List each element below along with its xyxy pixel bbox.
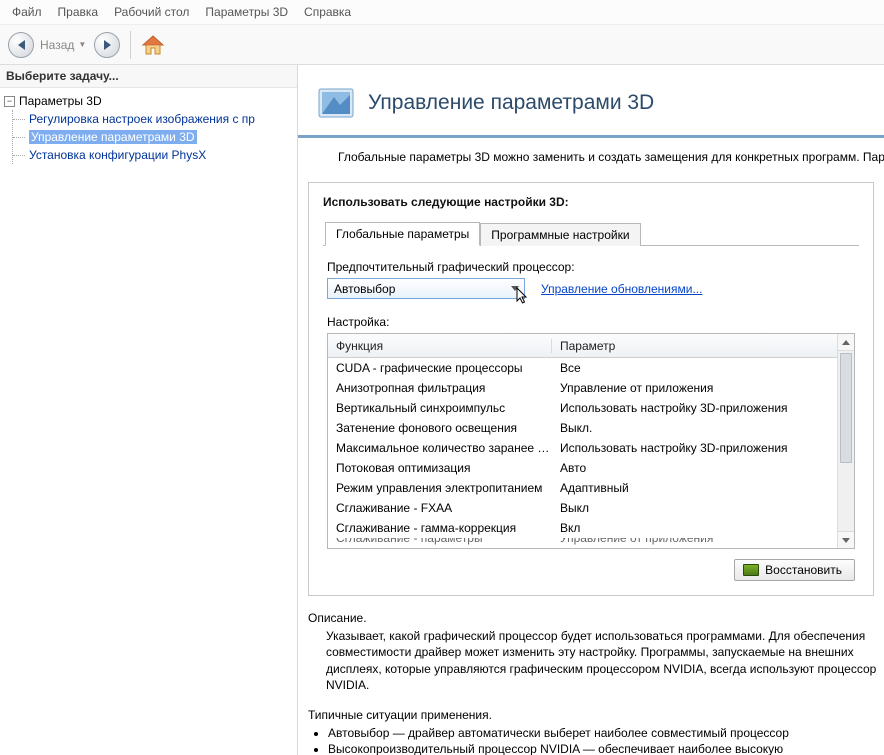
cell-parameter: Управление от приложения [552,381,854,395]
menu-help[interactable]: Справка [298,3,357,21]
column-parameter[interactable]: Параметр [552,339,854,353]
tree-item-adjust-image[interactable]: Регулировка настроек изображения с пр [29,112,255,126]
scroll-up-button[interactable] [838,334,854,351]
sidebar-title: Выберите задачу... [0,65,297,88]
arrow-right-icon [104,40,111,50]
tree-item-physx[interactable]: Установка конфигурации PhysX [29,148,206,162]
table-row[interactable]: Анизотропная фильтрацияУправление от при… [328,378,854,398]
restore-button[interactable]: Восстановить [734,559,855,581]
tab-program[interactable]: Программные настройки [480,223,640,246]
description-block: Описание. Указывает, какой графический п… [298,596,884,755]
page-header-icon [316,83,356,123]
toolbar-separator [130,31,131,59]
cell-parameter: Адаптивный [552,481,854,495]
usage-bullet: Высокопроизводительный процессор NVIDIA … [328,741,880,755]
menu-file[interactable]: Файл [6,3,48,21]
usage-title: Типичные ситуации применения. [308,707,880,723]
cell-function: Анизотропная фильтрация [328,381,552,395]
cell-parameter: Выкл [552,501,854,515]
back-button[interactable] [8,32,34,58]
cell-parameter: Использовать настройку 3D-приложения [552,441,854,455]
table-row[interactable]: Потоковая оптимизацияАвто [328,458,854,478]
description-title: Описание. [308,610,880,626]
page-intro: Глобальные параметры 3D можно заменить и… [298,138,884,176]
gpu-select[interactable]: Автовыбор [327,278,525,299]
cell-function: Сглаживание - параметры [328,538,552,548]
gpu-select-label: Предпочтительный графический процессор: [327,260,855,274]
manage-updates-link[interactable]: Управление обновлениями... [541,282,702,296]
cell-function: Максимальное количество заранее под... [328,441,552,455]
cell-function: Сглаживание - гамма-коррекция [328,521,552,535]
cell-parameter: Управление от приложения [552,538,854,548]
restore-button-label: Восстановить [765,563,842,577]
panel-title: Использовать следующие настройки 3D: [323,195,859,209]
cell-parameter: Вкл [552,521,854,535]
cell-function: Затенение фонового освещения [328,421,552,435]
cell-function: Режим управления электропитанием [328,481,552,495]
settings-table: Функция Параметр CUDA - графические проц… [327,333,855,549]
table-scrollbar[interactable] [837,334,854,548]
gpu-select-value: Автовыбор [334,282,395,296]
tab-global[interactable]: Глобальные параметры [325,222,480,246]
back-dropdown-icon[interactable]: ▼ [78,40,86,49]
table-row[interactable]: Максимальное количество заранее под...Ис… [328,438,854,458]
table-row[interactable]: Вертикальный синхроимпульсИспользовать н… [328,398,854,418]
table-row[interactable]: Режим управления электропитаниемАдаптивн… [328,478,854,498]
content-pane: Управление параметрами 3D Глобальные пар… [298,65,884,755]
table-row[interactable]: Сглаживание - гамма-коррекцияВкл [328,518,854,538]
tree-collapse-icon[interactable]: − [4,96,15,107]
menu-desktop[interactable]: Рабочий стол [108,3,195,21]
table-row[interactable]: Затенение фонового освещенияВыкл. [328,418,854,438]
menu-bar: Файл Правка Рабочий стол Параметры 3D Сп… [0,0,884,25]
back-label: Назад [40,38,74,52]
table-row[interactable]: CUDA - графические процессорыВсе [328,358,854,378]
description-body: Указывает, какой графический процессор б… [308,628,880,693]
table-row[interactable]: Сглаживание - параметрыУправление от при… [328,538,854,548]
settings-table-label: Настройка: [327,315,855,329]
cell-function: Сглаживание - FXAA [328,501,552,515]
nav-tree: − Параметры 3D Регулировка настроек изоб… [0,88,297,164]
table-row[interactable]: Сглаживание - FXAAВыкл [328,498,854,518]
arrow-left-icon [18,40,25,50]
forward-button[interactable] [94,32,120,58]
settings-tabs: Глобальные параметры Программные настрой… [323,221,859,246]
cell-parameter: Авто [552,461,854,475]
usage-bullet: Автовыбор — драйвер автоматически выбере… [328,725,880,741]
scroll-thumb[interactable] [840,353,852,463]
chevron-down-icon [507,281,522,296]
column-function[interactable]: Функция [328,339,552,353]
tree-item-manage-3d[interactable]: Управление параметрами 3D [29,130,197,144]
usage-bullets: Автовыбор — драйвер автоматически выбере… [314,725,880,755]
task-sidebar: Выберите задачу... − Параметры 3D Регули… [0,65,298,755]
scroll-down-button[interactable] [838,531,854,548]
settings-panel: Использовать следующие настройки 3D: Гло… [308,182,874,596]
cell-parameter: Использовать настройку 3D-приложения [552,401,854,415]
menu-edit[interactable]: Правка [52,3,105,21]
nvidia-icon [743,564,759,576]
cell-function: Потоковая оптимизация [328,461,552,475]
cell-function: CUDA - графические процессоры [328,361,552,375]
tree-root-3d[interactable]: Параметры 3D [19,94,102,108]
menu-3d[interactable]: Параметры 3D [199,3,294,21]
nav-toolbar: Назад ▼ [0,25,884,65]
home-button[interactable] [141,34,165,56]
page-title: Управление параметрами 3D [368,91,654,115]
cell-parameter: Выкл. [552,421,854,435]
cell-parameter: Все [552,361,854,375]
cell-function: Вертикальный синхроимпульс [328,401,552,415]
